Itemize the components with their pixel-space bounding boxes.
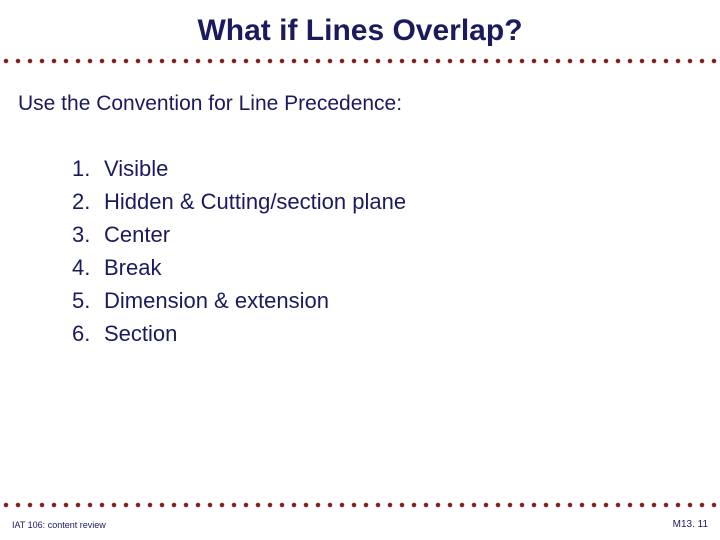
- list-number: 3.: [72, 218, 104, 251]
- list-item: 5. Dimension & extension: [72, 284, 720, 317]
- list-number: 1.: [72, 152, 104, 185]
- slide-title: What if Lines Overlap?: [0, 0, 720, 56]
- list-text: Hidden & Cutting/section plane: [104, 185, 406, 218]
- list-number: 2.: [72, 185, 104, 218]
- footer-left: IAT 106: content review: [12, 520, 106, 530]
- list-text: Center: [104, 218, 170, 251]
- footer-right: M13. 11: [673, 519, 708, 530]
- list-text: Visible: [104, 152, 168, 185]
- list-item: 1. Visible: [72, 152, 720, 185]
- list-number: 6.: [72, 317, 104, 350]
- precedence-list: 1. Visible 2. Hidden & Cutting/section p…: [0, 116, 720, 350]
- list-item: 4. Break: [72, 251, 720, 284]
- divider-bottom: [0, 502, 720, 508]
- list-item: 3. Center: [72, 218, 720, 251]
- list-text: Section: [104, 317, 177, 350]
- list-number: 5.: [72, 284, 104, 317]
- list-text: Dimension & extension: [104, 284, 329, 317]
- list-number: 4.: [72, 251, 104, 284]
- list-item: 2. Hidden & Cutting/section plane: [72, 185, 720, 218]
- intro-text: Use the Convention for Line Precedence:: [0, 64, 720, 116]
- list-item: 6. Section: [72, 317, 720, 350]
- list-text: Break: [104, 251, 161, 284]
